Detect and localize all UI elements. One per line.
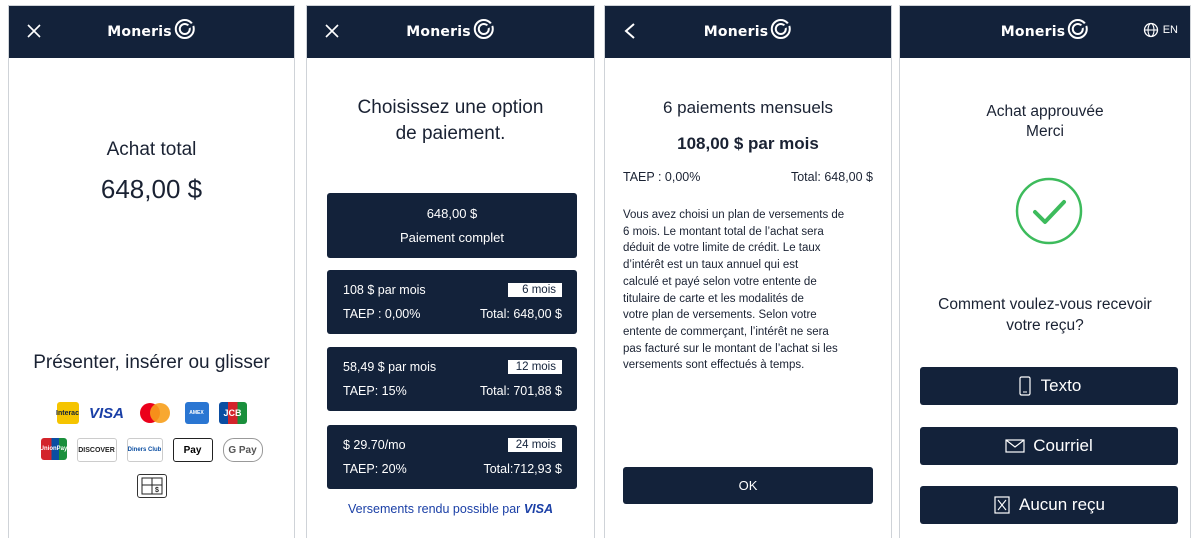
jcb-logo: JCB (218, 402, 247, 424)
card-logos-row-3: $ (9, 474, 294, 498)
moneris-logo: Moneris (1001, 18, 1089, 40)
description-line: calculé et payé selon votre entente de (623, 275, 817, 288)
monthly-amount: $ 29.70/mo (343, 438, 406, 452)
description-line: versements sont effectués à temps. (623, 359, 805, 372)
options-title-line2: de paiement. (395, 123, 506, 144)
description-line: Vous avez choisi un plan de versements d… (623, 209, 845, 221)
screen-receipt: Moneris EN Achat approuvée Merci Comment… (899, 5, 1191, 538)
ok-button[interactable]: OK (623, 467, 873, 504)
email-receipt-label: Courriel (1033, 436, 1093, 455)
no-receipt-icon (994, 496, 1010, 514)
total-label: Total: 701,88 $ (479, 384, 562, 398)
header-bar: Moneris (307, 6, 594, 58)
diners-logo: Diners Club (126, 438, 163, 462)
card-logos-row-2: UnionPay DISCOVER Diners Club Pay G Pay (9, 438, 294, 462)
language-label: EN (1162, 24, 1178, 36)
text-receipt-button[interactable]: Texto (920, 367, 1178, 405)
rate-label: TAEP : 0,00% (343, 307, 421, 321)
applepay-logo: Pay (172, 438, 213, 462)
moneris-logo: Moneris (406, 18, 494, 40)
description-line: 6 mois. Le montant total de l’achat sera (623, 225, 824, 238)
discover-logo: DISCOVER (76, 438, 117, 462)
total-amount: 648,00 $ (100, 174, 203, 204)
no-receipt-button[interactable]: Aucun reçu (920, 486, 1178, 524)
rate-label: TAEP: 15% (343, 384, 407, 398)
back-button[interactable] (617, 18, 643, 44)
header-bar: Moneris EN (900, 6, 1190, 58)
visa-installments-footer: Versements rendu possible par VISA (307, 502, 594, 516)
installment-option-24[interactable]: $ 29.70/mo 24 mois TAEP: 20% Total:712,9… (327, 425, 577, 489)
chevron-left-icon (624, 23, 635, 39)
globe-icon (1143, 22, 1158, 38)
email-receipt-button[interactable]: Courriel (920, 427, 1178, 465)
full-amount: 648,00 $ (426, 206, 478, 221)
approval-line1: Achat approuvée (986, 103, 1104, 120)
rate-label: TAEP: 20% (343, 462, 407, 476)
header-bar: Moneris (605, 6, 891, 58)
language-toggle[interactable]: EN (1143, 22, 1178, 38)
monthly-amount: 58,49 $ par mois (343, 360, 437, 374)
total-label: Total:712,93 $ (483, 462, 562, 476)
receipt-question-line1: Comment voulez-vous recevoir (938, 296, 1152, 313)
description-line: pas facturé sur le montant de l’achat si… (623, 342, 838, 355)
approval-line2: Merci (1026, 123, 1064, 140)
description-line: déduit de votre limite de crédit. Le tau… (623, 242, 821, 255)
no-receipt-label: Aucun reçu (1019, 495, 1105, 514)
description-line: d’intérêt est un taux annuel qui est (623, 259, 799, 272)
ok-label: OK (738, 478, 758, 493)
installment-option-12[interactable]: 58,49 $ par mois 12 mois TAEP: 15% Total… (327, 347, 577, 411)
close-icon (325, 24, 339, 38)
success-check-icon (1014, 176, 1084, 251)
close-icon (27, 24, 41, 38)
text-receipt-label: Texto (1040, 376, 1082, 395)
close-button[interactable] (319, 18, 345, 44)
monthly-amount: 108 $ par mois (343, 283, 426, 297)
header-bar: Moneris (9, 6, 294, 58)
interac-logo: Interac (56, 402, 79, 424)
months-badge: 24 mois (508, 438, 562, 452)
plan-title: 6 paiements mensuels (662, 98, 834, 117)
googlepay-logo: G Pay (222, 438, 263, 462)
close-button[interactable] (21, 18, 47, 44)
receipt-question-line2: votre reçu? (1006, 317, 1084, 334)
screen-installment-details: Moneris 6 paiements mensuels 108,00 $ pa… (604, 5, 892, 538)
plan-rate: TAEP : 0,00% (623, 170, 701, 184)
phone-icon (1019, 376, 1031, 396)
total-label: Achat total (106, 139, 197, 160)
screen-payment-options: Moneris Choisissez une option de paiemen… (306, 5, 595, 538)
plan-description: Vous avez choisi un plan de versements d… (623, 207, 877, 374)
moneris-logo: Moneris (704, 18, 792, 40)
svg-text:$: $ (155, 487, 159, 494)
months-badge: 12 mois (508, 360, 562, 374)
full-payment-option[interactable]: 648,00 $ Paiement complet (327, 193, 577, 258)
screen-total: Moneris Achat total 648,00 $ Présenter, … (8, 5, 295, 538)
months-badge: 6 mois (508, 283, 562, 297)
unionpay-logo: UnionPay (40, 438, 67, 460)
description-line: titulaire de carte et les modalités de (623, 292, 804, 305)
plan-total: Total: 648,00 $ (790, 170, 873, 184)
moneris-logo: Moneris (107, 18, 195, 40)
moneris-swirl-icon (174, 19, 195, 39)
description-line: votre plan de versements. Selon votre (623, 309, 817, 322)
envelope-icon (1005, 439, 1025, 453)
card-logos-row-1: Interac VISA AMEX JCB (9, 402, 294, 424)
options-title-line1: Choisissez une option (357, 97, 544, 118)
moneris-swirl-icon (771, 19, 792, 39)
footer-text: Versements rendu possible par (348, 502, 521, 516)
visa-logo: VISA (88, 404, 124, 422)
full-label: Paiement complet (399, 230, 505, 245)
plan-amount: 108,00 $ par mois (677, 134, 819, 153)
mastercard-logo (135, 402, 175, 424)
gift-card-icon: $ (136, 474, 167, 498)
moneris-swirl-icon (1068, 19, 1089, 39)
visa-logo: VISA (523, 502, 553, 516)
installment-option-6[interactable]: 108 $ par mois 6 mois TAEP : 0,00% Total… (327, 270, 577, 334)
total-label: Total: 648,00 $ (479, 307, 562, 321)
amex-logo: AMEX (184, 402, 209, 424)
description-line: entente de commerçant, l’intérêt ne sera (623, 325, 829, 338)
tap-instruction: Présenter, insérer ou glisser (33, 352, 270, 373)
moneris-swirl-icon (473, 19, 494, 39)
